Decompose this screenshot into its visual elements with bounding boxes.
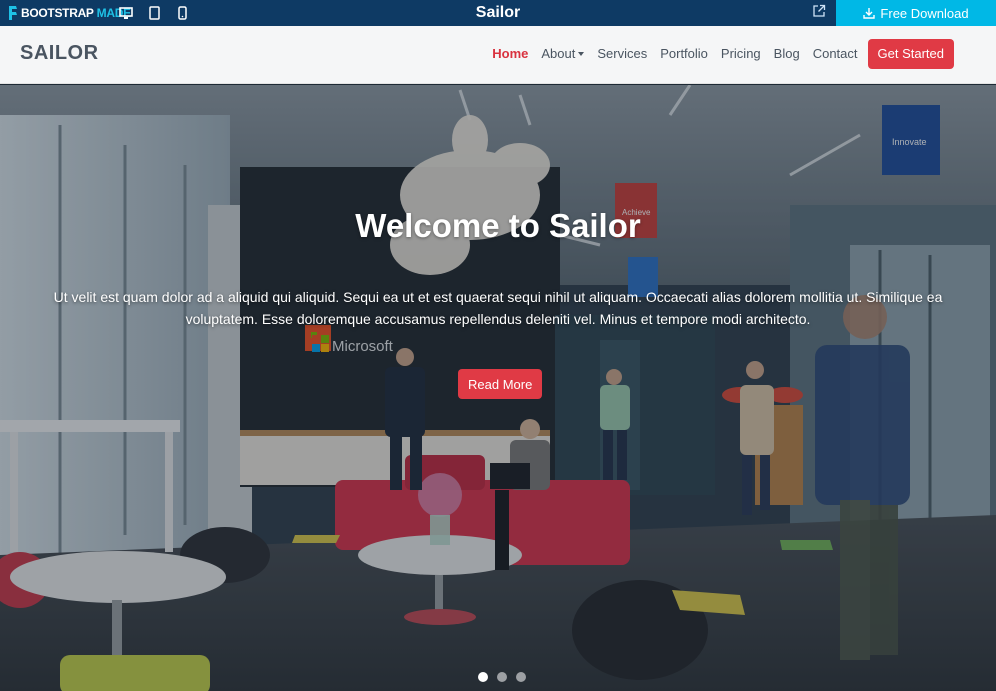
hero-carousel: Microsoft Achieve Innovate Welcome to Sa… bbox=[0, 85, 996, 691]
read-more-button[interactable]: Read More bbox=[458, 369, 543, 399]
download-icon bbox=[863, 8, 876, 19]
carousel-indicator-1[interactable] bbox=[478, 672, 488, 682]
site-logo[interactable]: SAILOR bbox=[20, 42, 99, 65]
free-download-button[interactable]: Free Download bbox=[836, 0, 996, 26]
hero-title: Welcome to Sailor bbox=[355, 207, 641, 244]
mobile-icon[interactable] bbox=[174, 5, 190, 21]
nav-item-portfolio[interactable]: Portfolio bbox=[660, 39, 708, 69]
carousel-indicator-2[interactable] bbox=[497, 672, 507, 682]
hero-description: Ut velit est quam dolor ad a aliquid qui… bbox=[53, 289, 943, 327]
site-navbar: SAILOR Home About Services Portfolio Pri… bbox=[0, 26, 996, 84]
bootstrapmade-mark-icon bbox=[9, 6, 17, 20]
nav-item-contact[interactable]: Contact bbox=[813, 39, 858, 69]
caret-down-icon bbox=[578, 52, 585, 56]
nav-item-pricing[interactable]: Pricing bbox=[721, 39, 761, 69]
nav-item-home[interactable]: Home bbox=[492, 39, 528, 69]
bootstrapmade-logo[interactable]: BOOTSTRAP MADE bbox=[8, 4, 131, 22]
free-download-label: Free Download bbox=[880, 5, 969, 21]
get-started-button[interactable]: Get Started bbox=[867, 39, 954, 69]
carousel-indicators bbox=[478, 672, 526, 682]
tablet-icon[interactable] bbox=[146, 5, 162, 21]
nav-item-about[interactable]: About bbox=[541, 39, 585, 69]
carousel-indicator-3[interactable] bbox=[516, 672, 526, 682]
nav-item-blog[interactable]: Blog bbox=[774, 39, 800, 69]
device-switcher bbox=[118, 5, 190, 21]
nav-item-about-label: About bbox=[541, 46, 576, 61]
preview-topbar: BOOTSTRAP MADE Sailor Free Download bbox=[0, 0, 996, 26]
main-nav: Home About Services Portfolio Pricing Bl… bbox=[479, 39, 954, 69]
desktop-icon[interactable] bbox=[118, 5, 134, 21]
brand-text-1: BOOTSTRAP bbox=[21, 6, 94, 20]
external-link-icon[interactable] bbox=[812, 4, 828, 20]
nav-item-services[interactable]: Services bbox=[597, 39, 647, 69]
